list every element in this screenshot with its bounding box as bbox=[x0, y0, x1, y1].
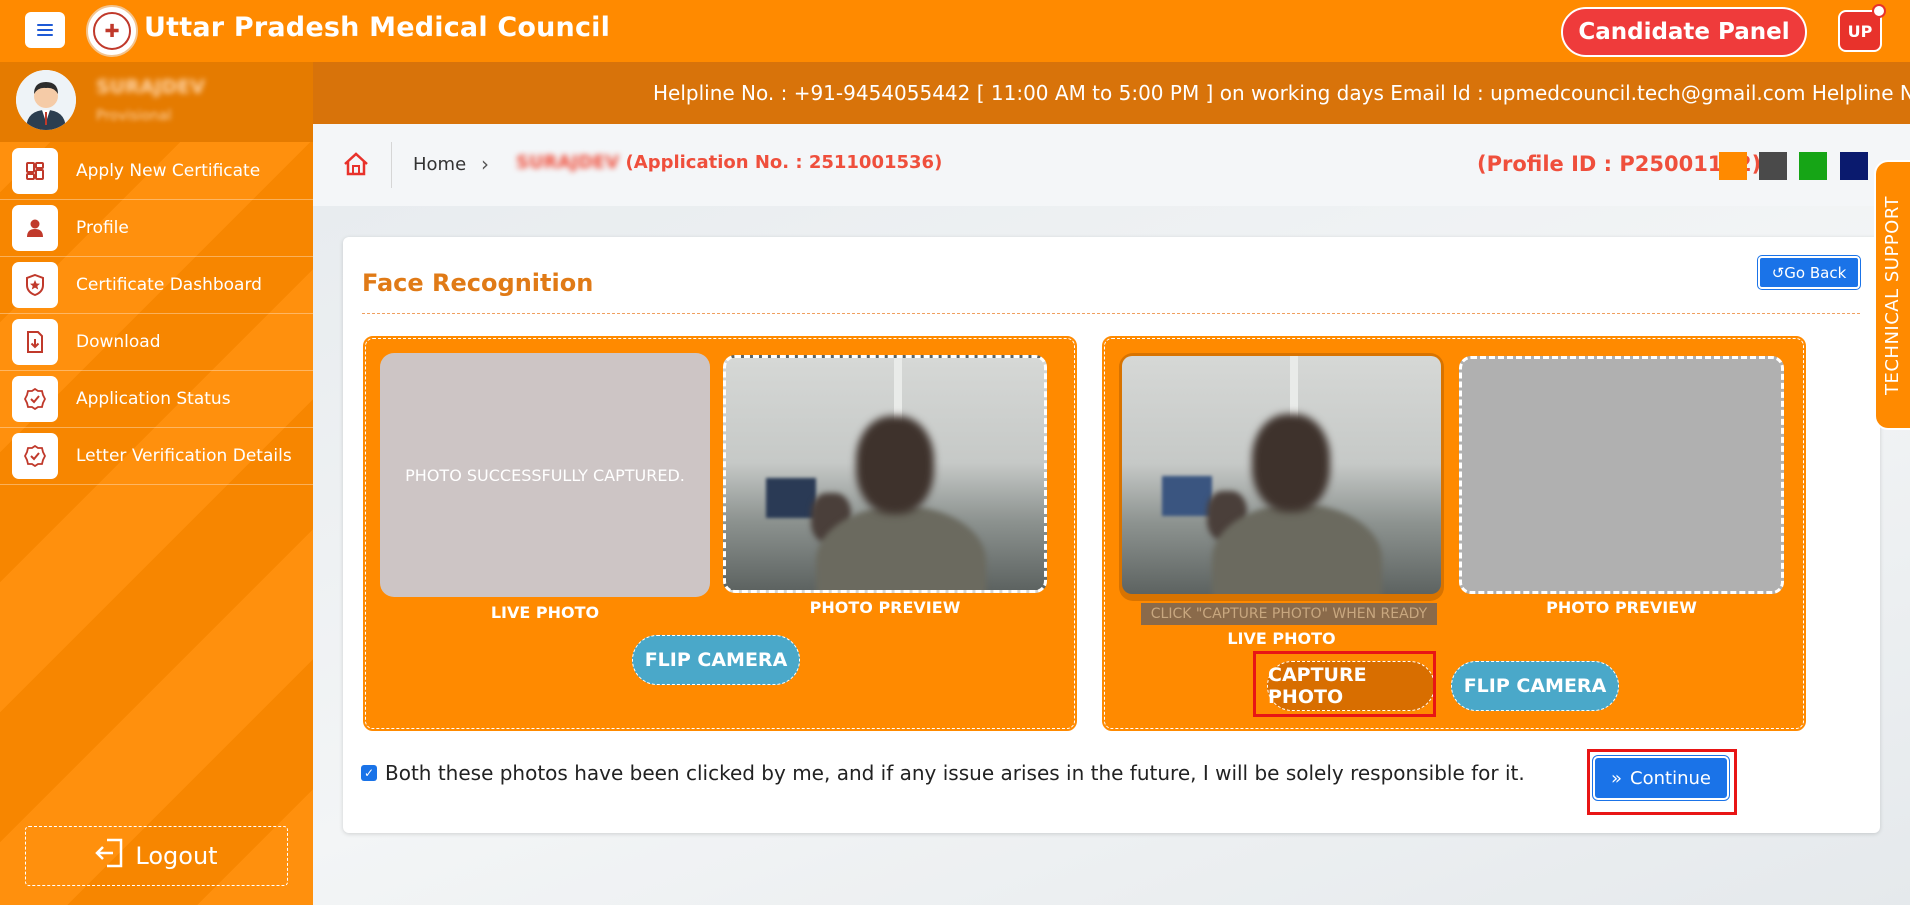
photo-preview-label: PHOTO PREVIEW bbox=[809, 598, 961, 617]
face-recognition-card: Face Recognition ↺ Go Back PHOTO SUCCESSF… bbox=[343, 237, 1880, 833]
sidebar-item-certificate-dashboard[interactable]: Certificate Dashboard bbox=[0, 257, 313, 314]
council-logo: ✚ bbox=[86, 5, 138, 57]
shield-star-icon bbox=[12, 262, 58, 308]
chevron-right-icon: › bbox=[481, 152, 489, 176]
continue-highlight-box bbox=[1587, 749, 1737, 815]
emblem-icon: ✚ bbox=[93, 12, 131, 50]
sidebar-item-label: Certificate Dashboard bbox=[76, 275, 262, 295]
photo-preview-image bbox=[723, 355, 1047, 593]
helpline-marquee: Helpline No. : +91-9454055442 [ 11:00 AM… bbox=[313, 62, 1910, 124]
sidebar-item-letter-verification-details[interactable]: Letter Verification Details bbox=[0, 428, 313, 485]
file-download-icon bbox=[12, 319, 58, 365]
app-title: Uttar Pradesh Medical Council bbox=[144, 12, 611, 43]
card-title: Face Recognition bbox=[362, 269, 594, 297]
consent-text: Both these photos have been clicked by m… bbox=[385, 761, 1525, 785]
user-name: SURAJDEV bbox=[96, 76, 205, 98]
theme-swatch-navy[interactable] bbox=[1840, 152, 1868, 180]
check-badge-icon bbox=[12, 376, 58, 422]
photo-preview-placeholder bbox=[1459, 356, 1784, 594]
sidebar-item-apply-new-certificate[interactable]: Apply New Certificate bbox=[0, 143, 313, 200]
sidebar-item-download[interactable]: Download bbox=[0, 314, 313, 371]
helpline-text: Helpline No. : +91-9454055442 [ 11:00 AM… bbox=[653, 81, 1910, 105]
check-badge-icon bbox=[12, 433, 58, 479]
breadcrumb-home-link[interactable]: Home bbox=[413, 154, 466, 175]
logout-icon bbox=[95, 838, 123, 874]
notification-dot bbox=[1872, 4, 1886, 18]
home-icon[interactable] bbox=[343, 152, 369, 180]
hamburger-icon bbox=[37, 24, 53, 36]
card-divider bbox=[362, 313, 1860, 314]
application-number: (Application No. : 2511001536) bbox=[625, 152, 943, 173]
top-header: ✚ Uttar Pradesh Medical Council Candidat… bbox=[0, 0, 1910, 62]
go-back-label: Go Back bbox=[1784, 263, 1847, 282]
logout-button[interactable]: Logout bbox=[25, 826, 288, 886]
capture-highlight-box bbox=[1253, 651, 1436, 717]
flip-camera-button[interactable]: FLIP CAMERA bbox=[632, 635, 800, 685]
theme-swatch-green[interactable] bbox=[1799, 152, 1827, 180]
sidebar-item-label: Application Status bbox=[76, 389, 231, 409]
live-photo-label: LIVE PHOTO bbox=[490, 603, 600, 622]
captured-message-box: PHOTO SUCCESSFULLY CAPTURED. bbox=[380, 353, 710, 597]
sidebar-item-label: Download bbox=[76, 332, 161, 352]
technical-support-tab[interactable]: TECHNICAL SUPPORT bbox=[1874, 160, 1910, 430]
undo-icon: ↺ bbox=[1771, 263, 1785, 282]
breadcrumb-current: SURAJDEV (Application No. : 2511001536) bbox=[516, 152, 942, 173]
consent-checkbox[interactable]: ✓ bbox=[361, 765, 377, 781]
capture-instruction: CLICK "CAPTURE PHOTO" WHEN READY bbox=[1141, 603, 1437, 625]
sidebar: SURAJDEV Provisional Apply New Certifica… bbox=[0, 62, 313, 905]
menu-toggle-button[interactable] bbox=[25, 12, 65, 48]
second-photo-panel: CLICK "CAPTURE PHOTO" WHEN READY LIVE PH… bbox=[1102, 336, 1806, 731]
live-photo-label: LIVE PHOTO bbox=[1227, 629, 1336, 648]
avatar bbox=[16, 70, 76, 130]
consent-row: ✓ Both these photos have been clicked by… bbox=[361, 761, 1525, 785]
sidebar-item-label: Apply New Certificate bbox=[76, 161, 261, 181]
first-photo-panel: PHOTO SUCCESSFULLY CAPTURED. LIVE PHOTO … bbox=[363, 336, 1077, 731]
candidate-panel-button[interactable]: Candidate Panel bbox=[1561, 7, 1807, 57]
breadcrumb-divider bbox=[391, 142, 392, 188]
user-icon bbox=[12, 205, 58, 251]
go-back-button[interactable]: ↺ Go Back bbox=[1757, 255, 1861, 290]
flip-camera-button[interactable]: FLIP CAMERA bbox=[1451, 661, 1619, 711]
theme-swatch-dark-gray[interactable] bbox=[1759, 152, 1787, 180]
dashboard-grid-icon bbox=[12, 148, 58, 194]
technical-support-label: TECHNICAL SUPPORT bbox=[1882, 195, 1904, 395]
photo-preview-label: PHOTO PREVIEW bbox=[1546, 598, 1697, 617]
applicant-name: SURAJDEV bbox=[516, 152, 620, 173]
live-camera-feed bbox=[1122, 356, 1441, 594]
captured-message: PHOTO SUCCESSFULLY CAPTURED. bbox=[405, 465, 685, 485]
sidebar-nav: Apply New Certificate Profile Certificat… bbox=[0, 143, 313, 485]
theme-swatch-orange[interactable] bbox=[1719, 152, 1747, 180]
sidebar-item-label: Letter Verification Details bbox=[76, 446, 292, 466]
logout-label: Logout bbox=[135, 842, 218, 870]
sidebar-item-profile[interactable]: Profile bbox=[0, 200, 313, 257]
avatar-icon bbox=[16, 70, 76, 130]
breadcrumb: Home › SURAJDEV (Application No. : 25110… bbox=[313, 124, 1910, 206]
user-role: Provisional bbox=[96, 108, 172, 124]
user-profile-block: SURAJDEV Provisional bbox=[0, 62, 313, 142]
sidebar-item-application-status[interactable]: Application Status bbox=[0, 371, 313, 428]
sidebar-item-label: Profile bbox=[76, 218, 129, 238]
